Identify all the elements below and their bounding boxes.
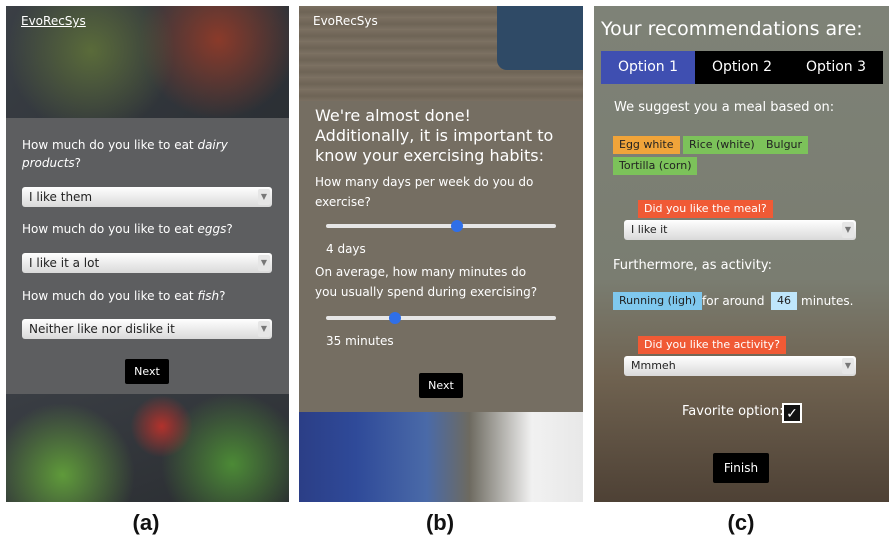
screen-exercise-habits: EvoRecSys We're almost done! Additionall… (299, 6, 583, 502)
caption-a: (a) (132, 510, 160, 535)
question-minutes: On average, how many minutes do you usua… (315, 265, 538, 299)
question-text: How much do you like to eat (22, 289, 198, 303)
question-mark: ? (74, 156, 82, 170)
dairy-select[interactable]: I like them ▼ (22, 187, 272, 207)
select-value: I like them (29, 190, 93, 204)
tab-option-2[interactable]: Option 2 (695, 51, 789, 84)
food-chip: Egg white (613, 136, 680, 154)
sports-gear-background-image (299, 412, 583, 502)
question-text: How much do you like to eat (22, 138, 198, 152)
next-button[interactable]: Next (419, 373, 463, 398)
food-chip: Tortilla (corn) (613, 157, 698, 175)
activity-question-label: Did you like the activity? (638, 336, 787, 354)
favorite-checkbox[interactable]: ✓ (782, 403, 802, 423)
question-dairy: How much do you like to eat dairy produc… (22, 136, 272, 172)
slider-thumb[interactable] (389, 312, 401, 324)
tab-option-1[interactable]: Option 1 (601, 51, 695, 84)
days-value: 4 days (326, 242, 366, 256)
meal-question-label: Did you like the meal? (638, 200, 773, 218)
question-emphasis: fish (197, 289, 220, 303)
chevron-down-icon: ▼ (258, 255, 270, 271)
food-chip: Rice (white) (683, 136, 761, 154)
activity-duration-text: for around (702, 294, 765, 308)
vegetables-background-image-bottom (6, 394, 289, 502)
tab-option-3[interactable]: Option 3 (789, 51, 883, 84)
page-title: Your recommendations are: (601, 18, 863, 40)
meal-intro: We suggest you a meal based on: (614, 100, 835, 115)
next-button[interactable]: Next (125, 359, 169, 384)
chevron-down-icon: ▼ (842, 222, 854, 238)
gym-bag-image (497, 6, 583, 70)
days-slider[interactable] (326, 220, 556, 232)
question-emphasis: eggs (197, 222, 227, 236)
chevron-down-icon: ▼ (258, 321, 270, 337)
activity-minutes-value: 46 (771, 292, 797, 310)
brand-title: EvoRecSys (313, 14, 378, 28)
select-value: I like it a lot (29, 256, 100, 270)
screen-recommendations: Your recommendations are: Option 1 Optio… (594, 6, 889, 502)
select-value: Mmmeh (631, 359, 676, 372)
activity-minutes-unit: minutes. (801, 294, 854, 308)
question-fish: How much do you like to eat fish? (22, 287, 272, 305)
select-value: Neither like nor dislike it (29, 322, 175, 336)
favorite-label: Favorite option: (682, 404, 784, 419)
screen-food-preferences: EvoRecSys How much do you like to eat da… (6, 6, 289, 502)
question-mark: ? (226, 222, 233, 236)
caption-c: (c) (727, 510, 755, 535)
minutes-slider[interactable] (326, 312, 556, 324)
question-mark: ? (219, 289, 226, 303)
exercise-heading: We're almost done! Additionally, it is i… (315, 106, 554, 165)
question-eggs: How much do you like to eat eggs? (22, 220, 272, 238)
meal-rating-select[interactable]: I like it ▼ (624, 220, 856, 240)
option-tabs: Option 1 Option 2 Option 3 (601, 51, 883, 84)
food-chip: Bulgur (760, 136, 809, 154)
question-days: How many days per week do you do exercis… (315, 175, 534, 209)
fish-select[interactable]: Neither like nor dislike it ▼ (22, 319, 272, 339)
activity-chip: Running (ligh) (613, 292, 703, 310)
chevron-down-icon: ▼ (842, 358, 854, 374)
activity-rating-select[interactable]: Mmmeh ▼ (624, 356, 856, 376)
question-text: How much do you like to eat (22, 222, 198, 236)
activity-intro: Furthermore, as activity: (613, 258, 772, 273)
select-value: I like it (631, 223, 668, 236)
caption-b: (b) (425, 510, 455, 535)
chevron-down-icon: ▼ (258, 189, 270, 205)
finish-button[interactable]: Finish (713, 453, 769, 483)
eggs-select[interactable]: I like it a lot ▼ (22, 253, 272, 273)
minutes-value: 35 minutes (326, 334, 394, 348)
slider-thumb[interactable] (451, 220, 464, 232)
brand-link[interactable]: EvoRecSys (21, 14, 86, 28)
